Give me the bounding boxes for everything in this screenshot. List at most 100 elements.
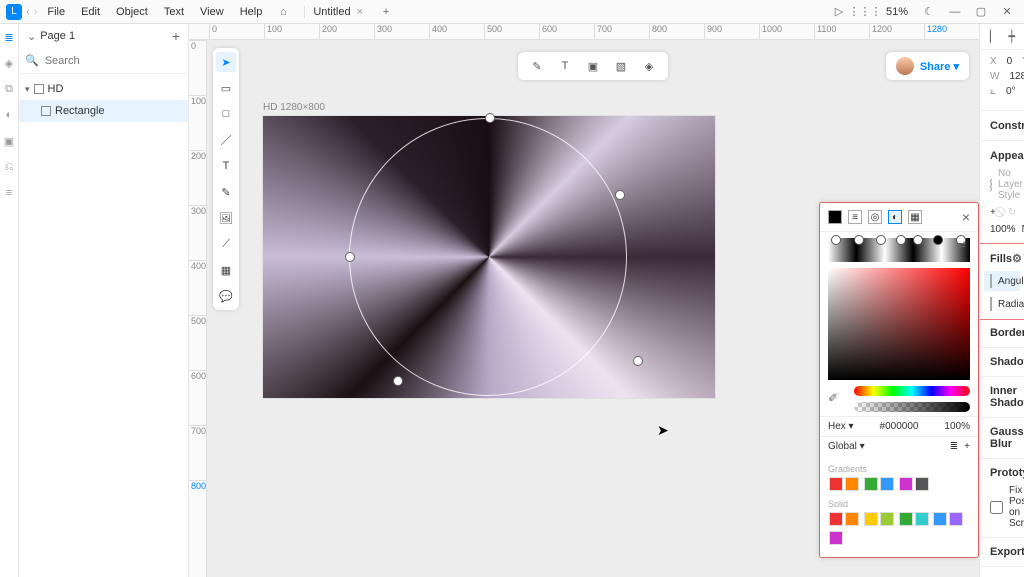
search-input[interactable]: [45, 55, 187, 67]
list-rail-icon[interactable]: ≡: [0, 184, 18, 202]
presets-add-icon[interactable]: +: [964, 441, 970, 452]
pen-tool-icon[interactable]: ✎: [216, 182, 236, 202]
edit-group-icon[interactable]: ▧: [612, 57, 630, 75]
color-field[interactable]: [828, 268, 970, 380]
theme-moon-icon[interactable]: ☾: [918, 1, 940, 23]
add-style-icon[interactable]: +: [990, 207, 996, 218]
layer-artboard-hd[interactable]: ▾ HD: [19, 78, 188, 100]
components-rail-icon[interactable]: ◈: [0, 54, 18, 72]
maximize-icon[interactable]: ▢: [970, 1, 992, 23]
play-icon[interactable]: ▷: [828, 1, 850, 23]
text-tool-icon[interactable]: T: [216, 156, 236, 176]
minimize-icon[interactable]: —: [944, 1, 966, 23]
menu-object[interactable]: Object: [110, 3, 154, 21]
fill-type-linear-icon[interactable]: ≡: [848, 210, 862, 224]
layer-rectangle[interactable]: Rectangle: [19, 100, 188, 122]
gradient-presets-row[interactable]: [828, 476, 970, 495]
add-page-icon[interactable]: +: [172, 28, 180, 44]
opacity-value[interactable]: 100%: [990, 224, 1016, 235]
styles-rail-icon[interactable]: ◐: [0, 106, 18, 124]
new-tab-icon[interactable]: +: [375, 1, 397, 23]
refresh-style-icon[interactable]: ↻: [1008, 207, 1016, 218]
fill-row-radial[interactable]: Radial 100% Nor... 👁: [990, 297, 1014, 311]
canvas-stage[interactable]: ➤ ▭ □ ／ T ✎ 🖼 ⟋ ▦ 💬 ✎ T ▣ ▧ ◈: [207, 40, 979, 577]
menu-view[interactable]: View: [194, 3, 230, 21]
component-tool-icon[interactable]: ▦: [216, 260, 236, 280]
swap-stops-icon[interactable]: ⇄: [958, 240, 966, 251]
ruler-horizontal: 0100200 300400500 600700800 90010001100 …: [189, 24, 979, 40]
pages-caret-icon[interactable]: ⌄: [27, 30, 36, 43]
fill-swatch-radial-icon: [990, 297, 992, 311]
hex-value[interactable]: #000000: [860, 421, 939, 432]
edit-pencil-icon[interactable]: ✎: [528, 57, 546, 75]
prop-angle[interactable]: 0°: [1006, 86, 1016, 100]
fill-row-angular[interactable]: Angular 100% Nor... 👁: [984, 271, 1020, 291]
fill-type-pattern-icon[interactable]: ▦: [908, 210, 922, 224]
document-tab[interactable]: Untitled ×: [304, 6, 371, 18]
history-back-icon[interactable]: ‹: [26, 6, 30, 18]
edit-layers-icon[interactable]: ▣: [584, 57, 602, 75]
rectangle-tool-icon[interactable]: □: [216, 104, 236, 124]
prop-x[interactable]: 0: [1007, 56, 1013, 67]
fill-swatch-angular-icon: [990, 274, 992, 288]
menu-help[interactable]: Help: [234, 3, 269, 21]
alpha-slider[interactable]: [854, 402, 970, 412]
align-hcenter-icon[interactable]: ┿: [1008, 30, 1015, 43]
align-row: ▏ ┿ ▕ ║ ▔ ┿ ▁ ═: [980, 24, 1024, 50]
close-tab-icon[interactable]: ×: [357, 6, 363, 18]
fill-type-radial-icon[interactable]: ◎: [868, 210, 882, 224]
presets-scope[interactable]: Global ▾: [828, 441, 865, 452]
align-left-icon[interactable]: ▏: [990, 30, 998, 43]
zoom-level[interactable]: 51%: [880, 3, 914, 21]
menu-file[interactable]: File: [41, 3, 71, 21]
gradient-handle-5[interactable]: [393, 376, 403, 386]
color-opacity[interactable]: 100%: [944, 421, 970, 432]
edit-component-icon[interactable]: ◈: [640, 57, 658, 75]
solid-presets-row[interactable]: [828, 511, 970, 549]
line-tool-icon[interactable]: ／: [216, 130, 236, 150]
artboard-tool-icon[interactable]: ▭: [216, 78, 236, 98]
page-name[interactable]: Page 1: [40, 30, 75, 42]
image-tool-icon[interactable]: 🖼: [216, 208, 236, 228]
color-mode-select[interactable]: Hex ▾: [828, 421, 854, 432]
gradient-picker-panel: ≡ ◎ ◐ ▦ × ⇄ ✐: [819, 202, 979, 558]
gradient-handle-2[interactable]: [485, 113, 495, 123]
fix-position-checkbox[interactable]: [990, 501, 1003, 514]
window-close-icon[interactable]: ✕: [996, 1, 1018, 23]
hue-slider[interactable]: [854, 386, 970, 396]
history-forward-icon[interactable]: ›: [34, 6, 38, 18]
grid-apps-icon[interactable]: ⋮⋮⋮: [854, 1, 876, 23]
select-tool-icon[interactable]: ➤: [216, 52, 236, 72]
inner-shadows-section: Inner Shadows+: [980, 377, 1024, 418]
prop-w[interactable]: 1280: [1009, 71, 1024, 82]
menu-text[interactable]: Text: [158, 3, 190, 21]
activity-rail: ≣ ◈ ⧉ ◐ ▣ ⎌ ≡: [0, 24, 19, 577]
artboard-canvas[interactable]: [263, 116, 715, 398]
comment-tool-icon[interactable]: 💬: [216, 286, 236, 306]
artboard-label: HD 1280×800: [263, 102, 325, 113]
eyedropper-icon[interactable]: ✐: [820, 391, 846, 405]
gradient-handle-3[interactable]: [345, 252, 355, 262]
fill-type-solid-icon[interactable]: [828, 210, 842, 224]
presets-list-icon[interactable]: ≣: [950, 441, 958, 452]
avatar[interactable]: [896, 57, 914, 75]
gradient-stops-track[interactable]: ⇄: [828, 238, 970, 262]
gradient-ring-overlay[interactable]: [349, 118, 627, 396]
fill-type-angular-icon[interactable]: ◐: [888, 210, 902, 224]
expand-caret-icon[interactable]: ▾: [25, 84, 30, 95]
gradient-handle-1[interactable]: [615, 190, 625, 200]
share-button[interactable]: Share ▾: [920, 60, 959, 73]
fills-settings-icon[interactable]: ⚙: [1012, 252, 1022, 265]
layers-rail-icon[interactable]: ≣: [0, 28, 18, 46]
history-rail-icon[interactable]: ⎌: [0, 158, 18, 176]
slice-tool-icon[interactable]: ⟋: [216, 234, 236, 254]
picker-close-icon[interactable]: ×: [962, 209, 970, 225]
edit-text-icon[interactable]: T: [556, 57, 574, 75]
search-icon: 🔍: [25, 54, 39, 67]
home-icon[interactable]: ⌂: [272, 1, 294, 23]
app-logo-icon[interactable]: L: [6, 4, 22, 20]
assets-rail-icon[interactable]: ⧉: [0, 80, 18, 98]
gradient-handle-4[interactable]: [633, 356, 643, 366]
menu-edit[interactable]: Edit: [75, 3, 106, 21]
plugins-rail-icon[interactable]: ▣: [0, 132, 18, 150]
